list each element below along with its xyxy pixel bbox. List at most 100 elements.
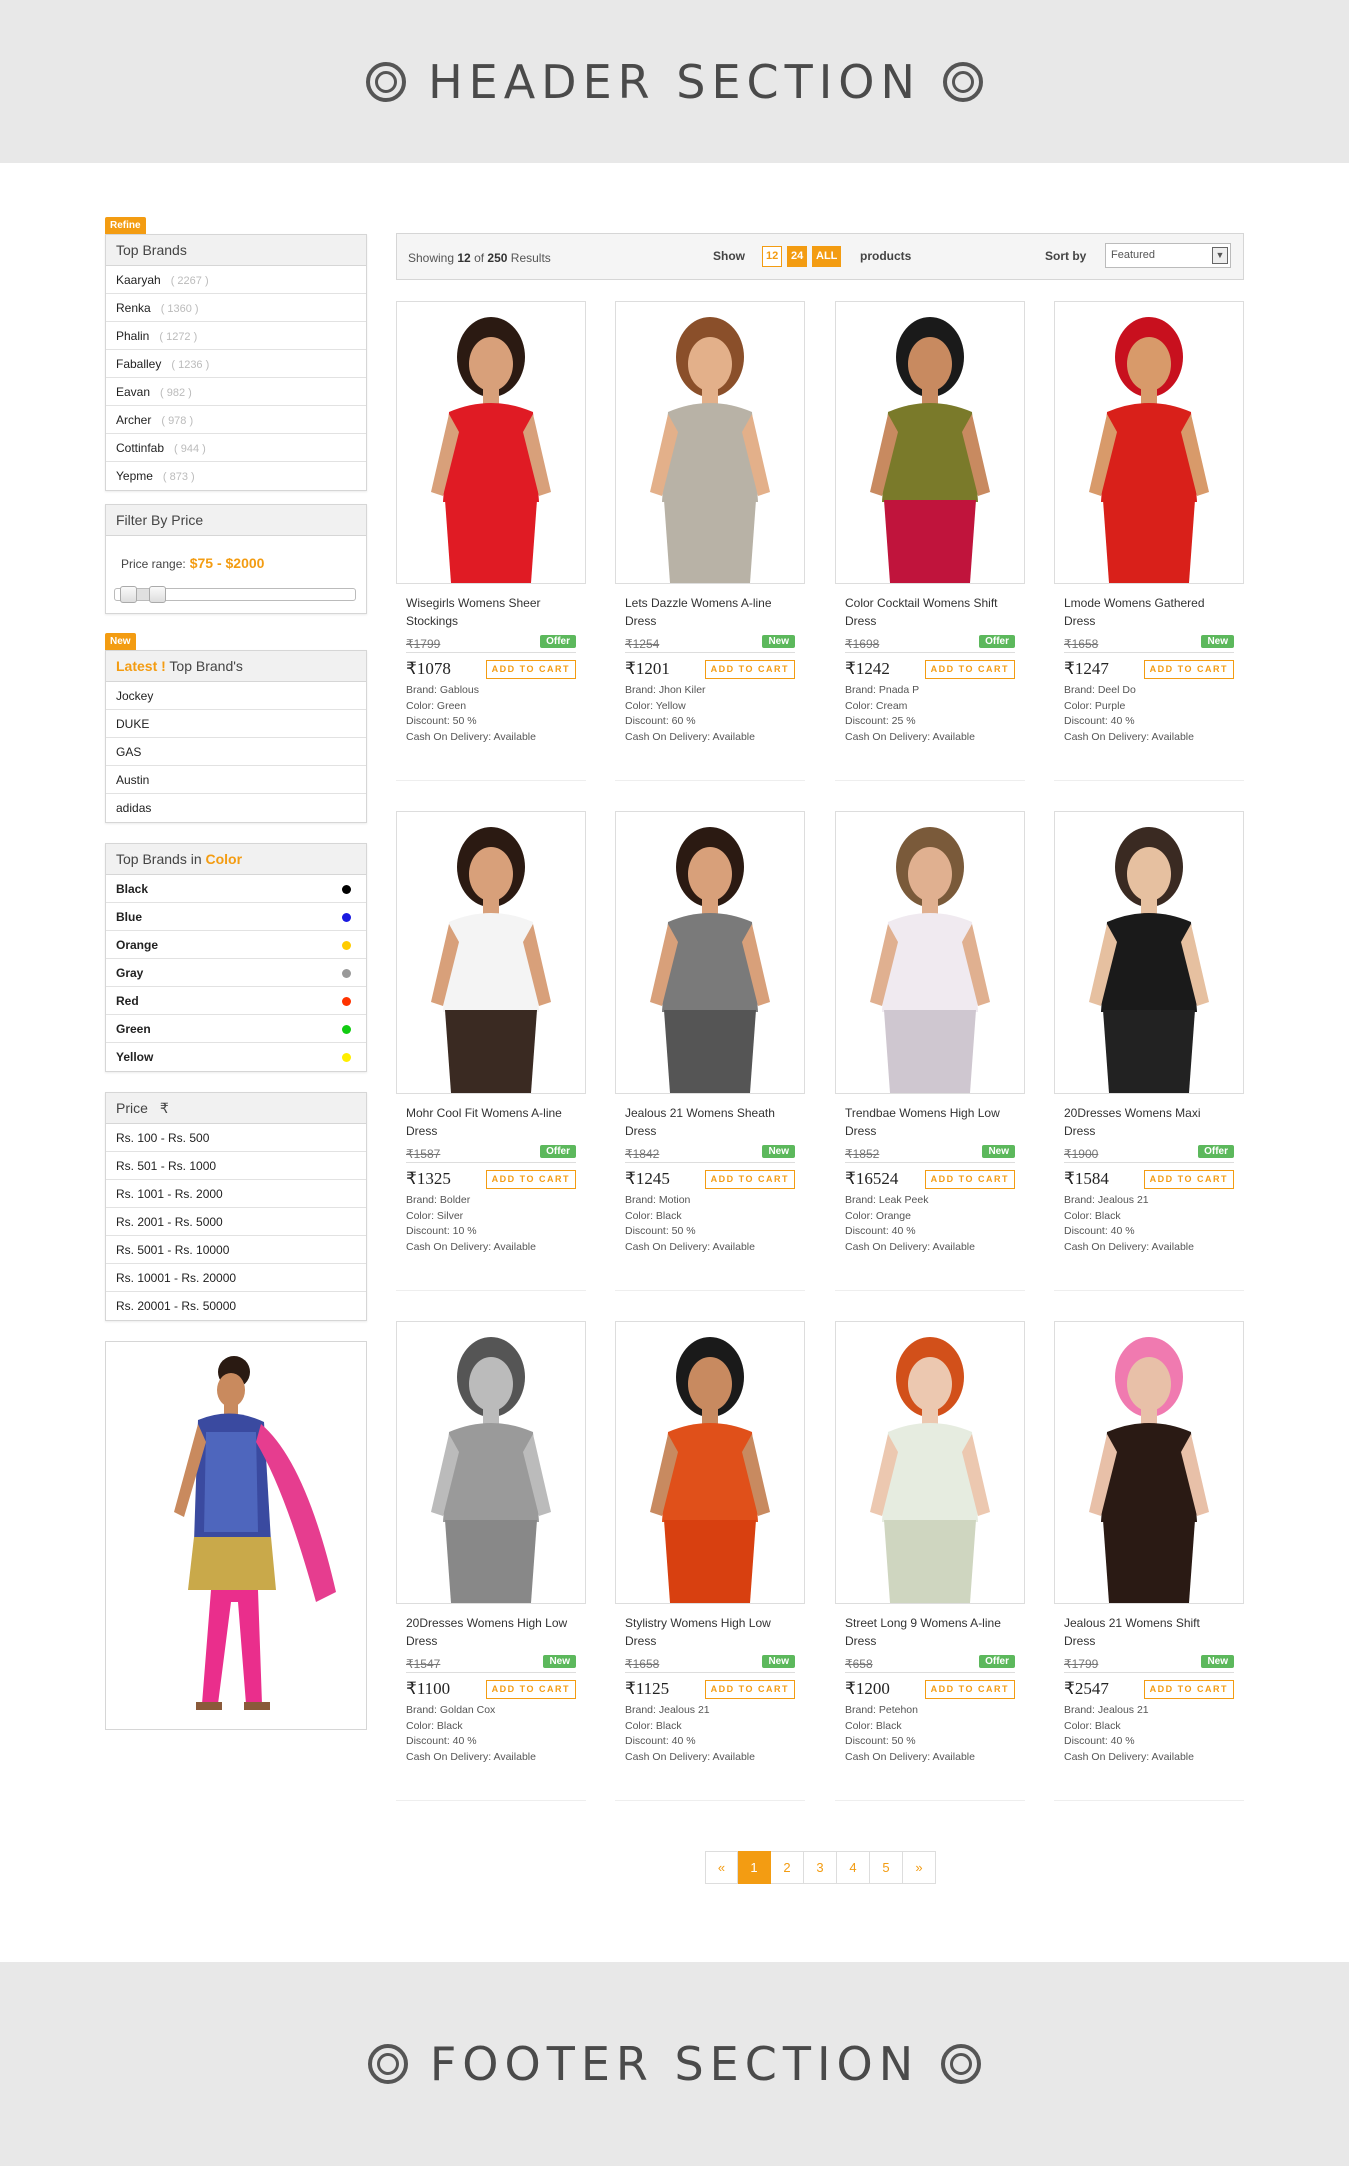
status-badge: Offer bbox=[979, 635, 1015, 648]
price-range-item[interactable]: Rs. 2001 - Rs. 5000 bbox=[106, 1208, 366, 1236]
price-range-item[interactable]: Rs. 100 - Rs. 500 bbox=[106, 1124, 366, 1152]
page-number[interactable]: 5 bbox=[870, 1851, 903, 1884]
buy-row: ₹1078 ADD TO CART bbox=[406, 659, 576, 681]
add-to-cart-button[interactable]: ADD TO CART bbox=[704, 1170, 795, 1189]
add-to-cart-button[interactable]: ADD TO CART bbox=[485, 1170, 576, 1189]
product-name[interactable]: 20Dresses Womens Maxi Dress bbox=[1064, 1104, 1234, 1140]
latest-brand-item[interactable]: DUKE bbox=[106, 710, 366, 738]
status-badge: New bbox=[762, 1145, 795, 1158]
color-brands-title: Top Brands in Color bbox=[106, 844, 366, 875]
product-image[interactable] bbox=[1054, 1321, 1244, 1604]
color-item[interactable]: Yellow bbox=[106, 1043, 366, 1071]
show-24-option[interactable]: 24 bbox=[787, 246, 808, 267]
add-to-cart-button[interactable]: ADD TO CART bbox=[485, 660, 576, 679]
price-range-item[interactable]: Rs. 5001 - Rs. 10000 bbox=[106, 1236, 366, 1264]
product-image[interactable] bbox=[835, 301, 1025, 584]
color-item[interactable]: Gray bbox=[106, 959, 366, 987]
add-to-cart-button[interactable]: ADD TO CART bbox=[924, 660, 1015, 679]
show-12-option[interactable]: 12 bbox=[762, 246, 783, 267]
slider-min-handle[interactable] bbox=[120, 586, 138, 603]
price-range-item[interactable]: Rs. 10001 - Rs. 20000 bbox=[106, 1264, 366, 1292]
brand-item[interactable]: Faballey ( 1236 ) bbox=[106, 350, 366, 378]
product-name[interactable]: Color Cocktail Womens Shift Dress bbox=[845, 594, 1015, 630]
add-to-cart-button[interactable]: ADD TO CART bbox=[924, 1170, 1015, 1189]
status-badge: Offer bbox=[979, 1655, 1015, 1668]
add-to-cart-button[interactable]: ADD TO CART bbox=[1143, 660, 1234, 679]
product-image[interactable] bbox=[1054, 301, 1244, 584]
product-image[interactable] bbox=[396, 1321, 586, 1604]
product-color: Color: Green bbox=[406, 699, 467, 712]
product-name[interactable]: Lmode Womens Gathered Dress bbox=[1064, 594, 1234, 630]
product-name[interactable]: Jealous 21 Womens Shift Dress bbox=[1064, 1614, 1234, 1650]
product-name[interactable]: Jealous 21 Womens Sheath Dress bbox=[625, 1104, 795, 1140]
product-name[interactable]: Wisegirls Womens Sheer Stockings bbox=[406, 594, 576, 630]
page-number[interactable]: 1 bbox=[738, 1851, 771, 1884]
price-range-item[interactable]: Rs. 20001 - Rs. 50000 bbox=[106, 1292, 366, 1320]
product-image[interactable] bbox=[835, 1321, 1025, 1604]
latest-brand-item[interactable]: adidas bbox=[106, 794, 366, 822]
status-badge: New bbox=[543, 1655, 576, 1668]
page-number[interactable]: 3 bbox=[804, 1851, 837, 1884]
brand-item[interactable]: Phalin ( 1272 ) bbox=[106, 322, 366, 350]
show-all-option[interactable]: ALL bbox=[812, 246, 842, 267]
add-to-cart-button[interactable]: ADD TO CART bbox=[1143, 1170, 1234, 1189]
color-item[interactable]: Red bbox=[106, 987, 366, 1015]
chevron-down-icon[interactable]: ▼ bbox=[1212, 247, 1228, 264]
pagination-prev[interactable]: « bbox=[705, 1851, 738, 1884]
brand-item[interactable]: Kaaryah ( 2267 ) bbox=[106, 266, 366, 294]
pagination-next[interactable]: » bbox=[903, 1851, 936, 1884]
latest-brand-item[interactable]: Austin bbox=[106, 766, 366, 794]
product-name[interactable]: Mohr Cool Fit Womens A-line Dress bbox=[406, 1104, 576, 1140]
color-swatch bbox=[342, 1053, 351, 1062]
product-image[interactable] bbox=[396, 301, 586, 584]
products-label: products bbox=[860, 249, 912, 263]
product-discount: Discount: 40 % bbox=[845, 1225, 916, 1238]
status-badge: New bbox=[1201, 635, 1234, 648]
product-name[interactable]: Stylistry Womens High Low Dress bbox=[625, 1614, 795, 1650]
brand-item[interactable]: Cottinfab ( 944 ) bbox=[106, 434, 366, 462]
promo-banner[interactable] bbox=[105, 1341, 367, 1730]
add-to-cart-button[interactable]: ADD TO CART bbox=[485, 1680, 576, 1699]
brand-item[interactable]: Renka ( 1360 ) bbox=[106, 294, 366, 322]
price-row: ₹1547 New bbox=[406, 1655, 576, 1673]
price-range-item[interactable]: Rs. 501 - Rs. 1000 bbox=[106, 1152, 366, 1180]
card-divider bbox=[396, 1800, 586, 1801]
add-to-cart-button[interactable]: ADD TO CART bbox=[704, 1680, 795, 1699]
buy-row: ₹2547 ADD TO CART bbox=[1064, 1679, 1234, 1701]
product-image[interactable] bbox=[615, 811, 805, 1094]
sort-select[interactable]: Featured ▼ bbox=[1105, 243, 1231, 268]
slider-max-handle[interactable] bbox=[148, 586, 166, 603]
sidebar: Refine Top Brands Kaaryah ( 2267 ) Renka ( … bbox=[105, 215, 367, 1730]
latest-brand-item[interactable]: GAS bbox=[106, 738, 366, 766]
product-name[interactable]: Lets Dazzle Womens A-line Dress bbox=[625, 594, 795, 630]
add-to-cart-button[interactable]: ADD TO CART bbox=[1143, 1680, 1234, 1699]
product-image[interactable] bbox=[396, 811, 586, 1094]
brand-item[interactable]: Archer ( 978 ) bbox=[106, 406, 366, 434]
price-slider[interactable] bbox=[114, 586, 356, 603]
brand-item[interactable]: Yepme ( 873 ) bbox=[106, 462, 366, 490]
product-image[interactable] bbox=[1054, 811, 1244, 1094]
product-card: Jealous 21 Womens Shift Dress ₹1799 New ₹25… bbox=[1054, 1321, 1244, 1801]
product-card: Lets Dazzle Womens A-line Dress ₹1254 New ₹… bbox=[615, 301, 805, 781]
price-range-item[interactable]: Rs. 1001 - Rs. 2000 bbox=[106, 1180, 366, 1208]
color-item[interactable]: Blue bbox=[106, 903, 366, 931]
old-price: ₹1799 bbox=[406, 637, 441, 651]
product-name[interactable]: Trendbae Womens High Low Dress bbox=[845, 1104, 1015, 1140]
color-item[interactable]: Green bbox=[106, 1015, 366, 1043]
color-item[interactable]: Orange bbox=[106, 931, 366, 959]
color-name: Yellow bbox=[116, 1050, 154, 1064]
latest-brand-item[interactable]: Jockey bbox=[106, 682, 366, 710]
page-number[interactable]: 4 bbox=[837, 1851, 870, 1884]
product-name[interactable]: Street Long 9 Womens A-line Dress bbox=[845, 1614, 1015, 1650]
brand-name: Faballey bbox=[116, 357, 162, 371]
add-to-cart-button[interactable]: ADD TO CART bbox=[704, 660, 795, 679]
page-number[interactable]: 2 bbox=[771, 1851, 804, 1884]
brand-item[interactable]: Eavan ( 982 ) bbox=[106, 378, 366, 406]
color-item[interactable]: Black bbox=[106, 875, 366, 903]
product-image[interactable] bbox=[835, 811, 1025, 1094]
product-image[interactable] bbox=[615, 1321, 805, 1604]
add-to-cart-button[interactable]: ADD TO CART bbox=[924, 1680, 1015, 1699]
product-image[interactable] bbox=[615, 301, 805, 584]
product-name[interactable]: 20Dresses Womens High Low Dress bbox=[406, 1614, 576, 1650]
product-brand: Brand: Jhon Kiler bbox=[625, 684, 706, 696]
